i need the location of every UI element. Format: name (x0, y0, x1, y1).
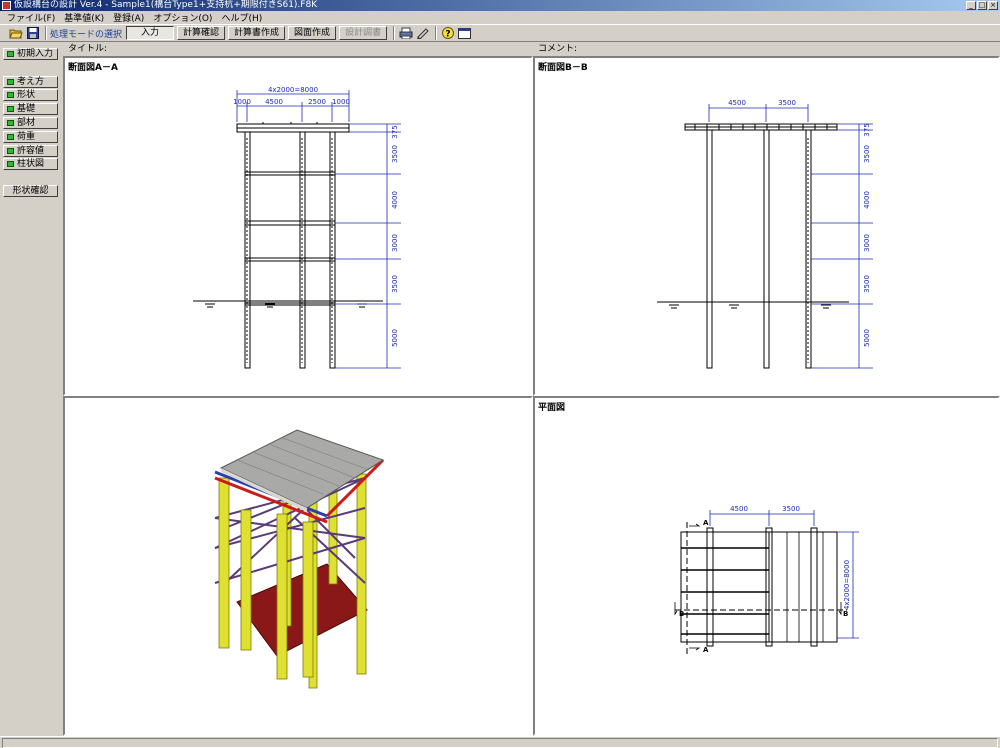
sidebar-item-foundation[interactable]: 基礎 (3, 103, 58, 115)
dim-part: 4500 (728, 99, 746, 107)
plan-view-pane[interactable]: 平面図 4500 3500 4x2000=8000 A A B B (533, 396, 1000, 736)
dim-vertical: 5000 (391, 329, 399, 347)
sidebar-item-label: 許容値 (17, 146, 45, 156)
menu-help[interactable]: ヘルプ(H) (218, 11, 268, 24)
pen-settings-icon[interactable] (415, 26, 430, 40)
plan-dim-side: 4x2000=8000 (843, 560, 851, 610)
dim-vertical: 4000 (391, 191, 399, 209)
dim-vertical: 4000 (863, 191, 871, 209)
section-marker-b: B (679, 610, 684, 618)
menu-bar: ファイル(F) 基準値(K) 登録(A) オプション(O) ヘルプ(H) (0, 11, 1000, 24)
calc-check-button[interactable]: 計算確認 (177, 26, 226, 40)
sidebar-item-label: 形状 (17, 90, 36, 100)
window-title: 仮設構台の設計 Ver.4 - Sample1(構台Type1+支持杭+期限付き… (14, 0, 318, 10)
status-led-icon (7, 106, 14, 112)
status-led-icon (7, 120, 14, 126)
dim-vertical: 3500 (391, 275, 399, 293)
plan-view-drawing: 4500 3500 4x2000=8000 A A B B (674, 505, 859, 656)
dim-vertical: 3000 (391, 234, 399, 252)
sidebar-item-label: 部材 (17, 118, 36, 128)
sidebar: 初期入力 考え方 形状 基礎 部材 荷重 許容値 柱状図 形状確認 (0, 42, 62, 736)
dim-part: 3500 (778, 99, 796, 107)
dim-part: 4500 (265, 98, 283, 106)
sidebar-item-load[interactable]: 荷重 (3, 131, 58, 143)
dim-vertical: 3500 (863, 145, 871, 163)
menu-standards[interactable]: 基準値(K) (61, 11, 110, 24)
toolbar: 処理モードの選択 入力 計算確認 計算書作成 図面作成 設計調書 ? (0, 24, 1000, 42)
section-marker-a: A (703, 519, 709, 527)
title-bar: 仮設構台の設計 Ver.4 - Sample1(構台Type1+支持杭+期限付き… (0, 0, 1000, 11)
mode-select-label: 処理モードの選択 (50, 29, 123, 40)
open-folder-icon[interactable] (8, 26, 23, 40)
sidebar-item-member[interactable]: 部材 (3, 117, 58, 129)
dim-vertical: 3500 (391, 145, 399, 163)
section-marker-a: A (703, 646, 709, 654)
dim-vertical: 5000 (863, 329, 871, 347)
3d-model-view (214, 429, 385, 689)
menu-register[interactable]: 登録(A) (110, 11, 150, 24)
status-led-icon (7, 51, 14, 57)
ground-plate (236, 563, 368, 657)
dim-part: 1000 (233, 98, 251, 106)
section-marker-b: B (843, 610, 848, 618)
status-led-icon (7, 134, 14, 140)
3d-view-pane[interactable] (63, 396, 533, 736)
close-button[interactable]: × (988, 1, 998, 10)
maximize-button[interactable]: □ (977, 1, 987, 10)
help-icon[interactable]: ? (440, 26, 455, 40)
plan-dim-part: 3500 (782, 505, 800, 513)
comment-label: コメント: (538, 44, 578, 54)
minimize-button[interactable]: _ (966, 1, 976, 10)
menu-options[interactable]: オプション(O) (150, 11, 218, 24)
sidebar-item-label: 荷重 (17, 132, 36, 142)
dim-vertical: 3500 (863, 275, 871, 293)
sidebar-initial-input[interactable]: 初期入力 (3, 48, 58, 60)
section-bb-pane[interactable]: 断面図B－B 4500 3500 375 3500 4000 3000 3500… (533, 56, 1000, 396)
dim-vertical: 375 (863, 123, 871, 136)
toolbar-separator (435, 26, 438, 40)
printer-icon[interactable] (398, 26, 413, 40)
sidebar-item-label: 考え方 (17, 77, 45, 87)
title-label: タイトル: (68, 44, 108, 54)
svg-text:?: ? (445, 30, 450, 40)
section-aa-pane[interactable]: 断面図A－A 4x2000=8000 1000 4500 2500 1000 3… (63, 56, 533, 396)
status-bar (0, 736, 1000, 748)
design-report-button[interactable]: 設計調書 (339, 26, 388, 40)
input-mode-button[interactable]: 入力 (126, 26, 175, 40)
report-create-button[interactable]: 計算書作成 (228, 26, 286, 40)
app-icon (2, 1, 11, 10)
status-led-icon (7, 161, 14, 167)
sidebar-item-boring-log[interactable]: 柱状図 (3, 158, 58, 170)
dim-vertical: 375 (391, 125, 399, 138)
plan-dim-part: 4500 (730, 505, 748, 513)
dim-part: 2500 (308, 98, 326, 106)
save-disk-icon[interactable] (25, 26, 40, 40)
status-panel (2, 738, 998, 748)
menu-file[interactable]: ファイル(F) (4, 11, 61, 24)
drawing-create-button[interactable]: 図面作成 (288, 26, 337, 40)
sidebar-shape-check[interactable]: 形状確認 (3, 185, 58, 197)
toolbar-separator (393, 26, 396, 40)
dim-total-width: 4x2000=8000 (268, 86, 318, 94)
dim-vertical: 3000 (863, 234, 871, 252)
sidebar-item-allowable[interactable]: 許容値 (3, 145, 58, 157)
status-led-icon (7, 79, 14, 85)
status-led-icon (7, 92, 14, 98)
status-led-icon (7, 148, 14, 154)
dim-part: 1000 (332, 98, 350, 106)
section-bb-drawing: 4500 3500 375 3500 4000 3000 3500 5000 (657, 99, 873, 369)
section-aa-drawing: 4x2000=8000 1000 4500 2500 1000 375 3500… (193, 86, 401, 369)
toolbar-separator (45, 26, 47, 40)
about-window-icon[interactable] (457, 26, 472, 40)
sidebar-item-concept[interactable]: 考え方 (3, 76, 58, 88)
sidebar-item-shape[interactable]: 形状 (3, 89, 58, 101)
sidebar-item-label: 柱状図 (17, 159, 45, 169)
sidebar-item-label: 基礎 (17, 104, 36, 114)
sidebar-item-label: 初期入力 (17, 49, 54, 59)
